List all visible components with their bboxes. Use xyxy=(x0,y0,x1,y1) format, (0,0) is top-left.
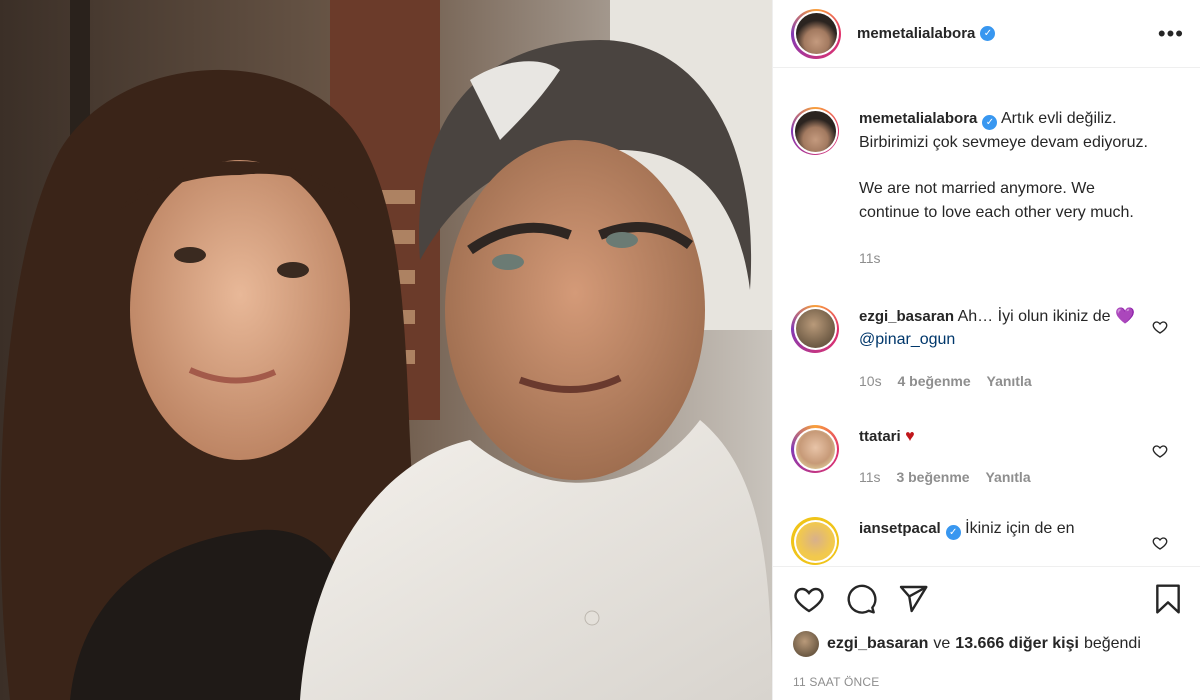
comment-likes-count[interactable]: 3 beğenme xyxy=(896,469,969,485)
red-heart-emoji: ♥ xyxy=(905,428,915,445)
comment-time[interactable]: 10s xyxy=(859,373,882,389)
reply-button[interactable]: Yanıtla xyxy=(987,373,1032,389)
author-username[interactable]: memetalialabora xyxy=(857,25,975,42)
comment-likes-count[interactable]: 4 beğenme xyxy=(897,373,970,389)
comment-username[interactable]: ttatari xyxy=(859,428,901,445)
comment-like-heart-icon[interactable] xyxy=(1152,443,1168,459)
comment-meta: 11s 3 beğenme Yanıtla xyxy=(859,466,1149,490)
caption-time[interactable]: 11s xyxy=(859,247,1159,271)
likes-summary: ezgi_basaran ve 13.666 diğer kişi beğend… xyxy=(793,631,1184,657)
comment-text: İkiniz için de en xyxy=(965,520,1075,537)
photo-illustration xyxy=(0,0,772,700)
commenter-avatar[interactable] xyxy=(791,517,839,565)
heart-icon[interactable] xyxy=(793,583,825,615)
liker-username[interactable]: ezgi_basaran xyxy=(827,635,928,653)
verified-badge-icon: ✓ xyxy=(980,26,996,41)
caption-username[interactable]: memetalialabora xyxy=(859,110,977,127)
action-icons xyxy=(793,567,1184,631)
commenter-avatar[interactable] xyxy=(791,304,839,353)
comment-text: Ah… İyi olun ikiniz de xyxy=(957,307,1111,325)
comment-like-heart-icon[interactable] xyxy=(1152,535,1168,551)
comment-mention-link[interactable]: @pinar_ogun xyxy=(859,331,955,348)
verified-badge-icon: ✓ xyxy=(945,525,961,541)
reply-button[interactable]: Yanıtla xyxy=(985,469,1030,485)
verified-badge-icon: ✓ xyxy=(982,115,998,131)
comment-like-heart-icon[interactable] xyxy=(1152,319,1168,335)
comment-item: ezgi_basaran Ah… İyi olun ikiniz de 💜 @p… xyxy=(791,304,1182,394)
purple-heart-emoji: 💜 xyxy=(1115,307,1135,325)
share-icon[interactable] xyxy=(897,583,929,615)
author-avatar[interactable] xyxy=(791,8,841,59)
bookmark-icon[interactable] xyxy=(1152,583,1184,615)
post-timestamp[interactable]: 11 SAAT ÖNCE xyxy=(793,675,1184,689)
likes-suffix: beğendi xyxy=(1083,635,1141,652)
comment-icon[interactable] xyxy=(845,583,877,615)
comments-list[interactable]: memetalialabora ✓ Artık evli değiliz. Bir… xyxy=(773,69,1200,566)
post-header: memetalialabora ✓ ••• xyxy=(773,0,1200,68)
comment-item: ttatari ♥ 11s 3 beğenme Yanıtla xyxy=(791,425,1182,489)
comment-item: iansetpacal ✓ İkiniz için de en xyxy=(791,517,1182,565)
comment-meta: 10s 4 beğenme Yanıtla xyxy=(859,370,1149,394)
post-actions: ezgi_basaran ve 13.666 diğer kişi beğend… xyxy=(773,566,1200,700)
post-photo[interactable] xyxy=(0,0,772,700)
post-side-panel: memetalialabora ✓ ••• memetalialabora ✓ A… xyxy=(772,0,1200,700)
caption-avatar[interactable] xyxy=(791,107,839,155)
liker-avatar[interactable] xyxy=(793,631,819,657)
comment-username[interactable]: ezgi_basaran xyxy=(859,308,954,325)
more-options-icon[interactable]: ••• xyxy=(1158,22,1184,45)
commenter-avatar[interactable] xyxy=(791,425,839,473)
caption: memetalialabora ✓ Artık evli değiliz. Bir… xyxy=(791,69,1182,271)
comment-time[interactable]: 11s xyxy=(859,469,881,485)
comment-username[interactable]: iansetpacal xyxy=(859,520,941,537)
caption-text-english: We are not married anymore. We continue … xyxy=(859,180,1134,221)
likes-connector: ve xyxy=(933,635,951,652)
likes-count[interactable]: 13.666 diğer kişi xyxy=(955,635,1079,653)
